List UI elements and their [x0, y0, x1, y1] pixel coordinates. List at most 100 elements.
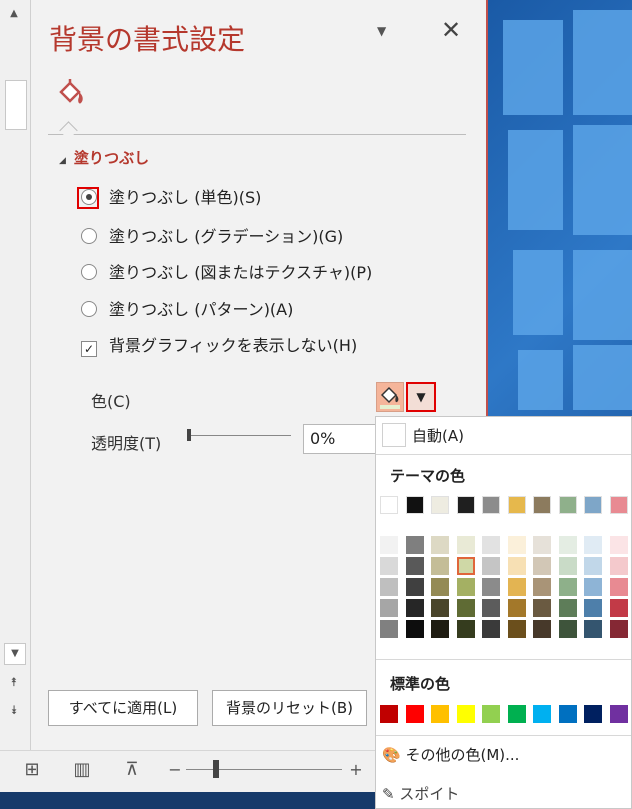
theme-shade-swatch[interactable]: [405, 536, 424, 554]
theme-shade-swatch[interactable]: [405, 620, 424, 638]
reset-background-button[interactable]: 背景のリセット(B): [212, 690, 367, 726]
theme-shade-swatch[interactable]: [558, 557, 577, 575]
standard-color-swatch[interactable]: [405, 705, 424, 723]
theme-shade-swatch[interactable]: [584, 557, 602, 575]
standard-color-swatch[interactable]: [609, 705, 628, 723]
zoom-in-icon[interactable]: +: [344, 758, 368, 782]
theme-shade-swatch[interactable]: [380, 557, 398, 575]
radio[interactable]: [81, 301, 97, 317]
radio[interactable]: [81, 228, 97, 244]
theme-shade-swatch[interactable]: [507, 536, 526, 554]
theme-color-swatch[interactable]: [431, 496, 449, 514]
reading-view-icon[interactable]: ▥: [70, 758, 94, 782]
pane-options-icon[interactable]: ▼: [377, 24, 386, 38]
theme-color-swatch[interactable]: [482, 496, 500, 514]
checkbox-checked-icon[interactable]: ✓: [81, 341, 97, 357]
theme-shade-swatch[interactable]: [584, 620, 602, 638]
gradient-fill-option[interactable]: 塗りつぶし (グラデーション)(G): [81, 226, 343, 248]
theme-shade-swatch[interactable]: [533, 620, 551, 638]
theme-color-swatch[interactable]: [456, 496, 475, 514]
vertical-scrollbar[interactable]: ▲ ▼ ⯭ ⯯: [0, 0, 31, 750]
pattern-fill-option[interactable]: 塗りつぶし (パターン)(A): [81, 299, 293, 321]
theme-shade-swatch[interactable]: [609, 620, 628, 638]
slider-knob[interactable]: [187, 429, 191, 441]
theme-shade-swatch[interactable]: [456, 557, 475, 575]
automatic-color-swatch[interactable]: [382, 423, 406, 447]
theme-shade-swatch[interactable]: [405, 599, 424, 617]
theme-color-swatch[interactable]: [584, 496, 602, 514]
theme-shade-swatch[interactable]: [507, 578, 526, 596]
theme-shade-swatch[interactable]: [456, 620, 475, 638]
slideshow-icon[interactable]: ⊼: [120, 758, 144, 782]
theme-color-swatch[interactable]: [533, 496, 551, 514]
theme-shade-swatch[interactable]: [482, 599, 500, 617]
theme-shade-swatch[interactable]: [380, 578, 398, 596]
theme-shade-swatch[interactable]: [431, 599, 449, 617]
standard-color-swatch[interactable]: [431, 705, 449, 723]
theme-shade-swatch[interactable]: [405, 557, 424, 575]
standard-color-swatch[interactable]: [456, 705, 475, 723]
theme-shade-swatch[interactable]: [533, 599, 551, 617]
theme-shade-swatch[interactable]: [584, 599, 602, 617]
theme-shade-swatch[interactable]: [584, 578, 602, 596]
theme-shade-swatch[interactable]: [431, 578, 449, 596]
theme-shade-swatch[interactable]: [558, 620, 577, 638]
theme-shade-swatch[interactable]: [431, 557, 449, 575]
theme-shade-swatch[interactable]: [507, 557, 526, 575]
color-dropdown-arrow-icon[interactable]: ▼: [406, 382, 436, 412]
hide-background-graphics-option[interactable]: ✓ 背景グラフィックを表示しない(H): [81, 335, 357, 357]
theme-shade-swatch[interactable]: [609, 599, 628, 617]
scroll-thumb[interactable]: [5, 80, 27, 130]
zoom-out-icon[interactable]: −: [163, 758, 187, 782]
radio[interactable]: [81, 264, 97, 280]
theme-shade-swatch[interactable]: [533, 557, 551, 575]
automatic-color-label[interactable]: 自動(A): [412, 425, 464, 446]
theme-color-swatch[interactable]: [380, 496, 398, 514]
theme-shade-swatch[interactable]: [533, 578, 551, 596]
collapse-triangle-icon[interactable]: ◢: [59, 156, 66, 166]
theme-shade-swatch[interactable]: [482, 578, 500, 596]
theme-color-swatch[interactable]: [609, 496, 628, 514]
theme-shade-swatch[interactable]: [431, 536, 449, 554]
fill-color-button[interactable]: [376, 382, 404, 412]
standard-color-swatch[interactable]: [507, 705, 526, 723]
transparency-slider[interactable]: [187, 429, 291, 441]
theme-shade-swatch[interactable]: [482, 557, 500, 575]
theme-shade-swatch[interactable]: [482, 620, 500, 638]
zoom-slider-knob[interactable]: [213, 760, 219, 778]
normal-view-icon[interactable]: ⊞: [20, 758, 44, 782]
standard-color-swatch[interactable]: [482, 705, 500, 723]
scroll-down-icon[interactable]: ▼: [4, 643, 26, 665]
transparency-input[interactable]: 0%: [303, 424, 383, 454]
solid-fill-option[interactable]: 塗りつぶし (単色)(S): [77, 187, 261, 209]
standard-color-swatch[interactable]: [584, 705, 602, 723]
more-colors-item[interactable]: 🎨 その他の色(M)...: [382, 744, 519, 765]
theme-shade-swatch[interactable]: [584, 536, 602, 554]
theme-color-swatch[interactable]: [405, 496, 424, 514]
theme-shade-swatch[interactable]: [380, 536, 398, 554]
theme-shade-swatch[interactable]: [507, 620, 526, 638]
standard-color-swatch[interactable]: [380, 705, 398, 723]
standard-color-swatch[interactable]: [533, 705, 551, 723]
apply-to-all-button[interactable]: すべてに適用(L): [48, 690, 198, 726]
zoom-slider[interactable]: [186, 769, 342, 770]
theme-shade-swatch[interactable]: [482, 536, 500, 554]
theme-shade-swatch[interactable]: [558, 536, 577, 554]
theme-shade-swatch[interactable]: [558, 599, 577, 617]
theme-shade-swatch[interactable]: [456, 536, 475, 554]
theme-shade-swatch[interactable]: [456, 578, 475, 596]
previous-slide-icon[interactable]: ⯭: [4, 672, 24, 692]
picture-fill-option[interactable]: 塗りつぶし (図またはテクスチャ)(P): [81, 262, 372, 284]
theme-shade-swatch[interactable]: [380, 599, 398, 617]
theme-color-swatch[interactable]: [507, 496, 526, 514]
theme-shade-swatch[interactable]: [558, 578, 577, 596]
theme-color-swatch[interactable]: [558, 496, 577, 514]
scroll-up-icon[interactable]: ▲: [4, 4, 24, 24]
theme-shade-swatch[interactable]: [533, 536, 551, 554]
fill-section-header[interactable]: ◢ 塗りつぶし: [59, 147, 149, 168]
close-icon[interactable]: ✕: [441, 16, 461, 44]
theme-shade-swatch[interactable]: [456, 599, 475, 617]
theme-shade-swatch[interactable]: [405, 578, 424, 596]
theme-shade-swatch[interactable]: [507, 599, 526, 617]
theme-shade-swatch[interactable]: [609, 578, 628, 596]
